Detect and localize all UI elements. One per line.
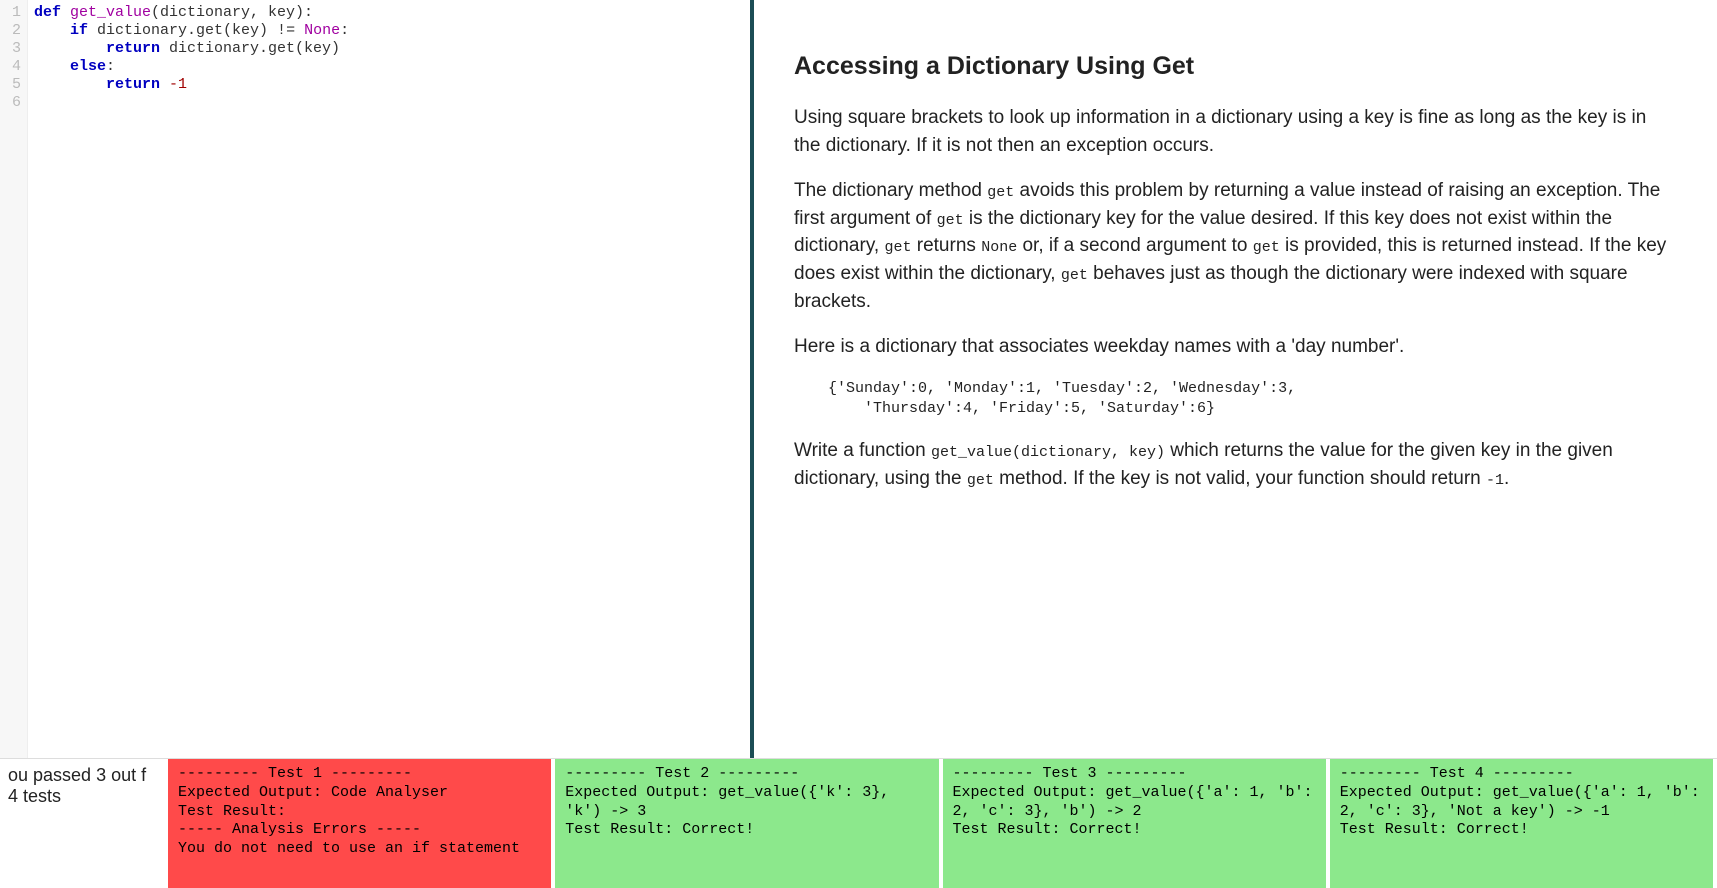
code-line[interactable]: def get_value(dictionary, key): <box>34 4 744 22</box>
test-card-2: --------- Test 2 --------- Expected Outp… <box>555 759 938 888</box>
doc-text: Write a function <box>794 440 931 461</box>
inline-code: None <box>981 239 1017 256</box>
doc-paragraph: Using square brackets to look up informa… <box>794 104 1677 159</box>
inline-code: get_value(dictionary, key) <box>931 444 1165 461</box>
inline-code: get <box>884 239 911 256</box>
test-results-panel: ou passed 3 out f 4 tests --------- Test… <box>0 758 1717 888</box>
inline-code: get <box>1253 239 1280 256</box>
doc-text: method. If the key is not valid, your fu… <box>994 468 1486 489</box>
code-block: {'Sunday':0, 'Monday':1, 'Tuesday':2, 'W… <box>828 379 1677 420</box>
doc-paragraph: Write a function get_value(dictionary, k… <box>794 437 1677 492</box>
inline-code: get <box>1061 267 1088 284</box>
code-editor-pane: 123456 def get_value(dictionary, key): i… <box>0 0 750 758</box>
doc-paragraph: The dictionary method get avoids this pr… <box>794 177 1677 315</box>
test-summary: ou passed 3 out f 4 tests <box>0 759 168 888</box>
line-number: 3 <box>0 40 27 58</box>
instructions-pane: Accessing a Dictionary Using Get Using s… <box>754 0 1717 758</box>
code-editor[interactable]: def get_value(dictionary, key): if dicti… <box>28 0 750 758</box>
inline-code: get <box>967 472 994 489</box>
doc-title: Accessing a Dictionary Using Get <box>794 48 1677 84</box>
inline-code: -1 <box>1486 472 1504 489</box>
line-number-gutter: 123456 <box>0 0 28 758</box>
inline-code: get <box>987 184 1014 201</box>
doc-text: . <box>1504 468 1509 489</box>
code-line[interactable]: else: <box>34 58 744 76</box>
test-card-1: --------- Test 1 --------- Expected Outp… <box>168 759 551 888</box>
test-cards-container: --------- Test 1 --------- Expected Outp… <box>168 759 1717 888</box>
code-line[interactable]: return -1 <box>34 76 744 94</box>
doc-text: or, if a second argument to <box>1017 235 1253 256</box>
line-number: 5 <box>0 76 27 94</box>
test-card-3: --------- Test 3 --------- Expected Outp… <box>943 759 1326 888</box>
line-number: 2 <box>0 22 27 40</box>
line-number: 4 <box>0 58 27 76</box>
code-line[interactable] <box>34 94 744 112</box>
code-line[interactable]: return dictionary.get(key) <box>34 40 744 58</box>
test-card-4: --------- Test 4 --------- Expected Outp… <box>1330 759 1713 888</box>
doc-text: returns <box>911 235 981 256</box>
inline-code: get <box>937 212 964 229</box>
line-number: 6 <box>0 94 27 112</box>
doc-text: The dictionary method <box>794 180 987 201</box>
code-line[interactable]: if dictionary.get(key) != None: <box>34 22 744 40</box>
doc-paragraph: Here is a dictionary that associates wee… <box>794 333 1677 361</box>
line-number: 1 <box>0 4 27 22</box>
